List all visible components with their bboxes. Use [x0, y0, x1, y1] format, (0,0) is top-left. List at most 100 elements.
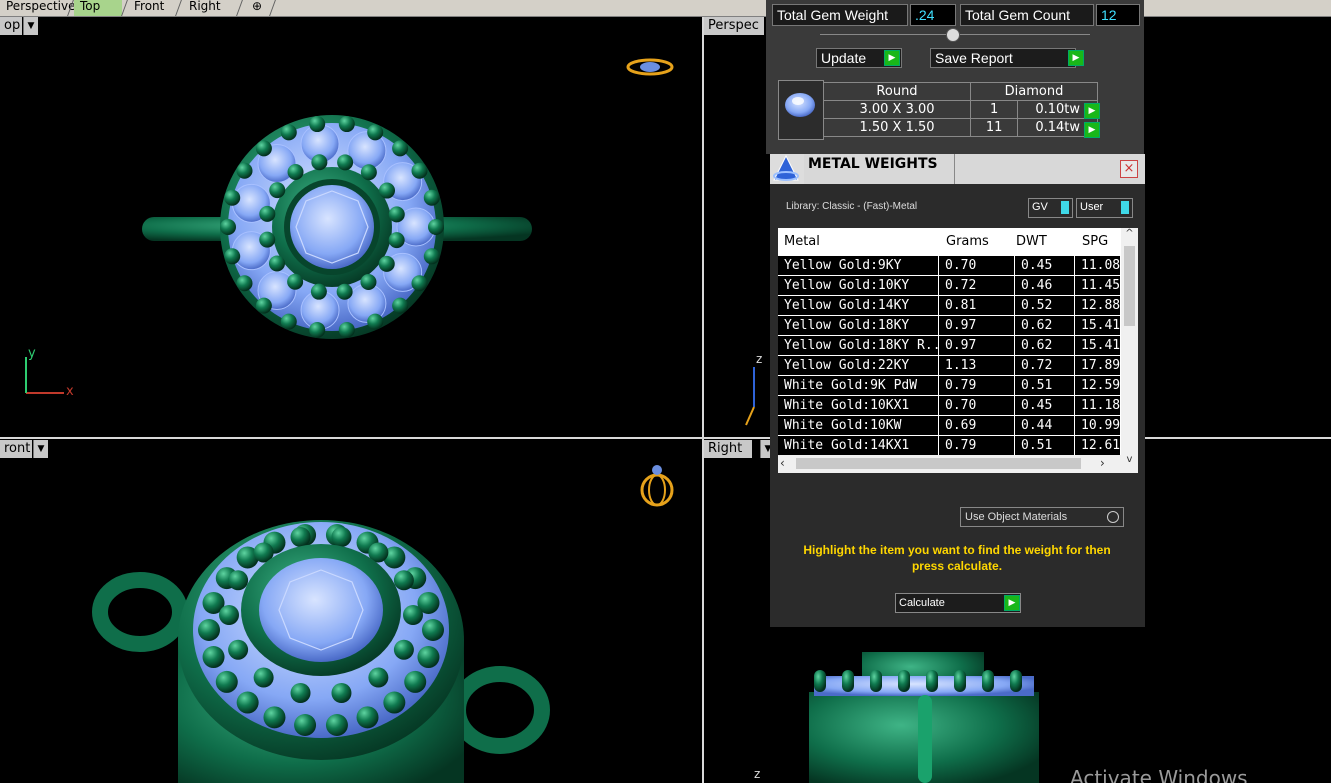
metal-spg-cell: 11.08	[1075, 256, 1121, 276]
update-go-icon[interactable]: ▶	[884, 50, 900, 66]
metal-dwt-cell: 0.51	[1015, 376, 1075, 396]
view-cube-icon[interactable]	[626, 58, 674, 76]
axis-z-label: z	[756, 352, 762, 366]
metal-metal-cell: White Gold:10KX1	[778, 396, 939, 416]
metal-spg-cell: 17.89	[1075, 356, 1121, 376]
add-tab-button[interactable]: ⊕	[246, 0, 272, 16]
front-view-render	[92, 465, 674, 783]
viewport-top[interactable]: op ▼ x y	[0, 17, 702, 437]
update-label: Update	[821, 50, 867, 66]
metal-grams-cell: 0.69	[939, 416, 1015, 436]
metal-spg-cell: 12.61	[1075, 436, 1121, 456]
metal-dwt-cell: 0.44	[1015, 416, 1075, 436]
column-spg[interactable]: SPG	[1082, 234, 1108, 249]
gem-row[interactable]: 3.00 X 3.00 1 0.10tw	[823, 100, 1098, 119]
metal-grams-cell: 0.79	[939, 376, 1015, 396]
instruction-text: Highlight the item you want to find the …	[803, 543, 1111, 573]
metal-metal-cell: Yellow Gold:18KY	[778, 316, 939, 336]
metal-dwt-cell: 0.72	[1015, 356, 1075, 376]
metal-row[interactable]: Yellow Gold:9KY 0.70 0.45 11.08	[778, 256, 1121, 276]
column-metal[interactable]: Metal	[784, 234, 820, 249]
save-report-label: Save Report	[935, 50, 1013, 66]
metal-metal-cell: Yellow Gold:10KY	[778, 276, 939, 296]
metal-grams-cell: 0.81	[939, 296, 1015, 316]
scroll-thumb[interactable]	[1124, 246, 1135, 326]
metal-spg-cell: 15.41	[1075, 336, 1121, 356]
tab-front[interactable]: Front	[128, 0, 182, 16]
metal-row[interactable]: Yellow Gold:18KY R... 0.97 0.62 15.41	[778, 336, 1121, 356]
total-gem-count-value: 12	[1096, 4, 1140, 26]
user-label: User	[1080, 201, 1104, 213]
column-dwt[interactable]: DWT	[1016, 234, 1047, 249]
gem-row-go-icon[interactable]: ▶	[1084, 103, 1100, 119]
metal-dwt-cell: 0.52	[1015, 296, 1075, 316]
gv-label: GV	[1032, 201, 1048, 213]
metal-weights-titlebar[interactable]: METAL WEIGHTS ×	[770, 154, 1145, 184]
scroll-down-icon[interactable]: v	[1121, 454, 1138, 470]
top-view-render: x y	[25, 58, 674, 399]
metal-row[interactable]: White Gold:10KW 0.69 0.44 10.99	[778, 416, 1121, 436]
gem-count: 11	[969, 118, 1019, 137]
metal-row[interactable]: Yellow Gold:18KY 0.97 0.62 15.41	[778, 316, 1121, 336]
h-scroll-thumb[interactable]	[796, 458, 1081, 469]
metal-table: Metal Grams DWT SPG Yellow Gold:9KY 0.70 0…	[778, 228, 1138, 473]
close-icon[interactable]: ×	[1120, 160, 1138, 178]
metal-grams-cell: 0.72	[939, 276, 1015, 296]
column-grams[interactable]: Grams	[946, 234, 989, 249]
scroll-up-icon[interactable]: ^	[1121, 228, 1138, 244]
gem-count: 1	[969, 100, 1019, 119]
metal-dwt-cell: 0.45	[1015, 256, 1075, 276]
tab-top[interactable]: Top	[74, 0, 122, 16]
metal-metal-cell: Yellow Gold:22KY	[778, 356, 939, 376]
save-report-go-icon[interactable]: ▶	[1068, 50, 1084, 66]
metal-spg-cell: 10.99	[1075, 416, 1121, 436]
viewport-label[interactable]: Perspec	[704, 17, 764, 35]
metal-row[interactable]: White Gold:14KX1 0.79 0.51 12.61	[778, 436, 1121, 456]
library-label: Library: Classic - (Fast)-Metal	[786, 201, 918, 212]
view-cube-icon[interactable]	[640, 465, 674, 507]
calculate-go-icon[interactable]: ▶	[1004, 595, 1020, 611]
metal-dwt-cell: 0.51	[1015, 436, 1075, 456]
metal-dwt-cell: 0.45	[1015, 396, 1075, 416]
use-object-materials-toggle[interactable]: Use Object Materials	[960, 507, 1124, 527]
tab-perspective[interactable]: Perspective	[0, 0, 76, 16]
metal-weights-icon	[770, 154, 804, 184]
calculate-label: Calculate	[899, 597, 945, 609]
horizontal-scrollbar[interactable]: ‹ ›	[778, 455, 1121, 473]
metal-grams-cell: 0.70	[939, 256, 1015, 276]
metal-spg-cell: 15.41	[1075, 316, 1121, 336]
calculate-button[interactable]: Calculate	[895, 593, 1021, 613]
gv-toggle[interactable]: GV	[1028, 198, 1073, 218]
axis-z-label: z	[754, 767, 760, 781]
save-report-button[interactable]: Save Report	[930, 48, 1076, 68]
metal-row[interactable]: White Gold:10KX1 0.70 0.45 11.18	[778, 396, 1121, 416]
metal-row[interactable]: White Gold:9K PdW 0.79 0.51 12.59	[778, 376, 1121, 396]
gem-row-go-icon[interactable]: ▶	[1084, 122, 1100, 138]
metal-row[interactable]: Yellow Gold:10KY 0.72 0.46 11.45	[778, 276, 1121, 296]
gem-slider-handle[interactable]	[946, 28, 960, 42]
scroll-left-icon[interactable]: ‹	[780, 456, 792, 470]
metal-row[interactable]: Yellow Gold:14KY 0.81 0.52 12.88	[778, 296, 1121, 316]
metal-spg-cell: 12.88	[1075, 296, 1121, 316]
metal-metal-cell: White Gold:14KX1	[778, 436, 939, 456]
axis-y-label: y	[28, 346, 36, 361]
vertical-scrollbar[interactable]: ^ v	[1121, 228, 1138, 473]
gem-size: 1.50 X 1.50	[823, 118, 971, 137]
gem-row[interactable]: 1.50 X 1.50 11 0.14tw	[823, 118, 1098, 137]
metal-spg-cell: 12.59	[1075, 376, 1121, 396]
metal-dwt-cell: 0.62	[1015, 336, 1075, 356]
tab-right[interactable]: Right	[183, 0, 241, 16]
metal-spg-cell: 11.18	[1075, 396, 1121, 416]
metal-grams-cell: 0.97	[939, 316, 1015, 336]
viewport-front[interactable]: ront ▼	[0, 440, 702, 783]
gem-size: 3.00 X 3.00	[823, 100, 971, 119]
metal-dwt-cell: 0.62	[1015, 316, 1075, 336]
axis-x-label: x	[66, 384, 74, 399]
scroll-right-icon[interactable]: ›	[1100, 456, 1112, 470]
metal-spg-cell: 11.45	[1075, 276, 1121, 296]
metal-weights-title-text: METAL WEIGHTS	[808, 156, 938, 172]
metal-grams-cell: 1.13	[939, 356, 1015, 376]
metal-grams-cell: 0.97	[939, 336, 1015, 356]
metal-row[interactable]: Yellow Gold:22KY 1.13 0.72 17.89	[778, 356, 1121, 376]
user-toggle[interactable]: User	[1076, 198, 1133, 218]
